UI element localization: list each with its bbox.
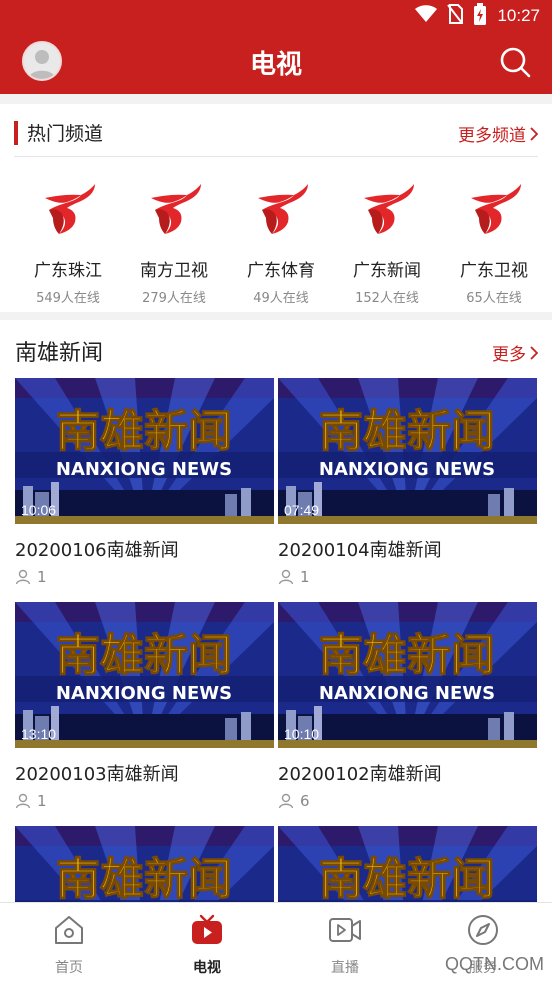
channel-item[interactable]: 广东珠江 549人在线: [15, 176, 121, 306]
channel-item[interactable]: 广东新闻 152人在线: [334, 176, 440, 306]
video-duration: 10:10: [284, 726, 320, 742]
channel-name: 广东新闻: [353, 261, 421, 281]
more-news-label: 更多: [492, 345, 526, 365]
thumbnail-title-cn: 南雄新闻: [319, 406, 495, 457]
status-time: 10:27: [497, 6, 540, 25]
more-channels-link[interactable]: 更多频道: [458, 121, 538, 146]
video-thumbnail[interactable]: 南雄新闻: [278, 826, 537, 902]
chevron-right-icon: [530, 345, 538, 360]
wifi-icon: [415, 5, 438, 27]
hot-channels-section: 热门频道 更多频道 广东珠江 549人在线 南方卫视 279人在线 广东体育 4…: [0, 104, 552, 312]
video-thumbnail[interactable]: 南雄新闻 NANXIONG NEWS 13:10: [15, 602, 274, 748]
video-duration: 10:06: [21, 502, 57, 518]
more-channels-label: 更多频道: [458, 126, 526, 146]
video-thumbnail[interactable]: 南雄新闻: [15, 826, 274, 902]
compass-icon: [468, 915, 498, 945]
video-item[interactable]: 南雄新闻 NANXIONG NEWS 10:06 20200106南雄新闻 1: [15, 378, 274, 586]
channel-online-count: 49人在线: [253, 291, 309, 306]
thumbnail-title-en: NANXIONG NEWS: [56, 459, 232, 480]
tab-label: 首页: [55, 960, 83, 976]
tab-home[interactable]: 首页: [0, 913, 138, 977]
battery-charging-icon: [473, 3, 487, 29]
thumbnail-title-en: NANXIONG NEWS: [319, 683, 495, 704]
user-icon: [15, 569, 31, 585]
video-item[interactable]: 南雄新闻: [278, 826, 537, 902]
video-thumbnail[interactable]: 南雄新闻 NANXIONG NEWS 10:06: [15, 378, 274, 524]
user-icon: [278, 569, 294, 585]
status-bar: 10:27: [0, 0, 552, 32]
video-duration: 07:49: [284, 502, 320, 518]
channel-name: 广东体育: [247, 261, 315, 281]
guangdong-tv-logo-icon: [463, 176, 525, 238]
tv-icon: [192, 914, 222, 944]
channel-item[interactable]: 广东体育 49人在线: [228, 176, 334, 306]
thumbnail-title-en: NANXIONG NEWS: [56, 683, 232, 704]
thumbnail-title-cn: 南雄新闻: [56, 630, 232, 681]
video-item[interactable]: 南雄新闻 NANXIONG NEWS 13:10 20200103南雄新闻 1: [15, 602, 274, 810]
more-news-link[interactable]: 更多: [492, 340, 538, 365]
view-count: 1: [37, 792, 47, 810]
news-section-title: 南雄新闻: [15, 341, 104, 366]
tab-label: 直播: [331, 960, 359, 976]
channel-list: 广东珠江 549人在线 南方卫视 279人在线 广东体育 49人在线 广东新闻 …: [0, 166, 552, 316]
video-item[interactable]: 南雄新闻 NANXIONG NEWS 10:10 20200102南雄新闻 6: [278, 602, 537, 810]
video-title[interactable]: 20200103南雄新闻: [15, 760, 274, 786]
chevron-right-icon: [530, 126, 538, 141]
channel-item[interactable]: 南方卫视 279人在线: [121, 176, 227, 306]
video-title[interactable]: 20200106南雄新闻: [15, 536, 274, 562]
channel-online-count: 549人在线: [36, 291, 100, 306]
video-duration: 13:10: [21, 726, 57, 742]
view-count: 6: [300, 792, 310, 810]
user-icon: [278, 793, 294, 809]
video-item[interactable]: 南雄新闻 NANXIONG NEWS 07:49 20200104南雄新闻 1: [278, 378, 537, 586]
thumbnail-title-cn: 南雄新闻: [56, 854, 232, 902]
home-icon: [55, 916, 83, 944]
user-icon: [15, 793, 31, 809]
thumbnail-title-cn: 南雄新闻: [56, 406, 232, 457]
divider: [14, 156, 538, 157]
channel-name: 南方卫视: [140, 261, 208, 281]
guangdong-tv-logo-icon: [250, 176, 312, 238]
guangdong-tv-logo-icon: [356, 176, 418, 238]
channel-name: 广东珠江: [34, 261, 102, 281]
thumbnail-title-en: NANXIONG NEWS: [319, 459, 495, 480]
tab-label: 电视: [193, 960, 221, 976]
guangdong-tv-logo-icon: [37, 176, 99, 238]
nanxiong-news-section: 南雄新闻 更多 南雄新闻 NANXIONG NEWS 10:06 2020010…: [0, 320, 552, 902]
search-icon[interactable]: [498, 45, 532, 79]
tab-tv[interactable]: 电视: [138, 913, 276, 977]
video-item[interactable]: 南雄新闻: [15, 826, 274, 902]
video-thumbnail[interactable]: 南雄新闻 NANXIONG NEWS 07:49: [278, 378, 537, 524]
view-count: 1: [300, 568, 310, 586]
app-bar: 电视: [0, 32, 552, 94]
tab-live[interactable]: 直播: [276, 913, 414, 977]
guangdong-tv-logo-icon: [143, 176, 205, 238]
video-title[interactable]: 20200102南雄新闻: [278, 760, 537, 786]
live-video-icon: [329, 918, 361, 942]
view-count: 1: [37, 568, 47, 586]
thumbnail-title-cn: 南雄新闻: [319, 630, 495, 681]
channel-online-count: 65人在线: [466, 291, 522, 306]
hot-channels-title: 热门频道: [27, 123, 104, 145]
thumbnail-title-cn: 南雄新闻: [319, 854, 495, 902]
video-thumbnail[interactable]: 南雄新闻 NANXIONG NEWS 10:10: [278, 602, 537, 748]
no-sim-icon: [447, 4, 464, 28]
channel-item[interactable]: 广东卫视 65人在线: [441, 176, 547, 306]
watermark: QQTN.COM: [445, 954, 544, 974]
channel-online-count: 279人在线: [142, 291, 206, 306]
section-accent-bar: [14, 121, 18, 145]
page-title: 电视: [249, 50, 302, 80]
video-title[interactable]: 20200104南雄新闻: [278, 536, 537, 562]
channel-name: 广东卫视: [460, 261, 528, 281]
channel-online-count: 152人在线: [355, 291, 419, 306]
